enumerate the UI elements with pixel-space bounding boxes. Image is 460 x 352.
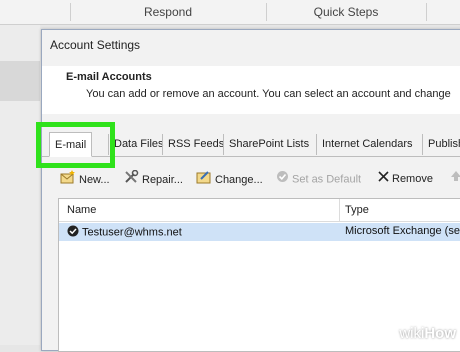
- account-name: Testuser@whms.net: [82, 226, 182, 239]
- repair-button[interactable]: Repair...: [124, 169, 183, 190]
- set-as-default-button[interactable]: Set as Default: [276, 170, 361, 188]
- list-header: Name Type: [59, 199, 460, 222]
- repair-button-label: Repair...: [142, 173, 183, 186]
- column-separator: [339, 199, 340, 221]
- header-subtitle: You can add or remove an account. You ca…: [86, 88, 451, 100]
- email-tab-highlight: [36, 122, 115, 168]
- move-up-icon: [450, 170, 460, 188]
- wikihow-watermark: wikiHow: [399, 325, 456, 342]
- folder-pane: [0, 25, 40, 345]
- ribbon-separator: [426, 3, 427, 21]
- dialog-title: Account Settings: [50, 38, 141, 52]
- account-settings-dialog: Account Settings E-mail Accounts You can…: [41, 29, 460, 352]
- change-button[interactable]: Change...: [196, 170, 263, 188]
- account-toolbar: New... Repair... Change... Set as Defaul…: [60, 169, 460, 190]
- repair-icon: [124, 169, 139, 190]
- folder-pane-selected[interactable]: [0, 61, 40, 101]
- tab-sharepoint-lists[interactable]: SharePoint Lists: [223, 134, 314, 155]
- change-button-label: Change...: [215, 173, 263, 186]
- account-name-cell: Testuser@whms.net: [67, 225, 182, 240]
- default-check-icon: [67, 225, 79, 240]
- tab-data-files[interactable]: Data Files: [108, 134, 169, 155]
- tab-internet-calendars[interactable]: Internet Calendars: [316, 134, 418, 155]
- new-account-icon: [60, 170, 76, 190]
- new-button-label: New...: [79, 173, 110, 186]
- column-name[interactable]: Name: [67, 204, 96, 216]
- column-type[interactable]: Type: [345, 204, 369, 216]
- watermark-prefix: wiki: [399, 325, 425, 342]
- tab-publish[interactable]: Publish: [422, 134, 460, 155]
- remove-x-icon: [378, 170, 389, 188]
- ribbon-group-quick-steps: Quick Steps: [313, 5, 379, 19]
- dialog-header: E-mail Accounts You can add or remove an…: [42, 66, 460, 114]
- ribbon-group-respond: Respond: [143, 5, 193, 19]
- header-title: E-mail Accounts: [66, 71, 152, 83]
- set-as-default-label: Set as Default: [292, 173, 362, 186]
- move-up-button[interactable]: [450, 170, 460, 188]
- set-default-icon: [276, 170, 289, 189]
- outlook-ribbon: Respond Quick Steps: [0, 0, 460, 25]
- remove-button-label: Remove: [392, 173, 433, 185]
- account-row[interactable]: Testuser@whms.net Microsoft Exchange (se: [59, 223, 460, 241]
- watermark-suffix: How: [424, 325, 456, 342]
- remove-button[interactable]: Remove: [378, 170, 433, 188]
- tab-rss-feeds[interactable]: RSS Feeds: [162, 134, 229, 155]
- change-icon: [196, 170, 212, 190]
- new-button[interactable]: New...: [60, 170, 110, 188]
- account-type: Microsoft Exchange (se: [345, 225, 460, 237]
